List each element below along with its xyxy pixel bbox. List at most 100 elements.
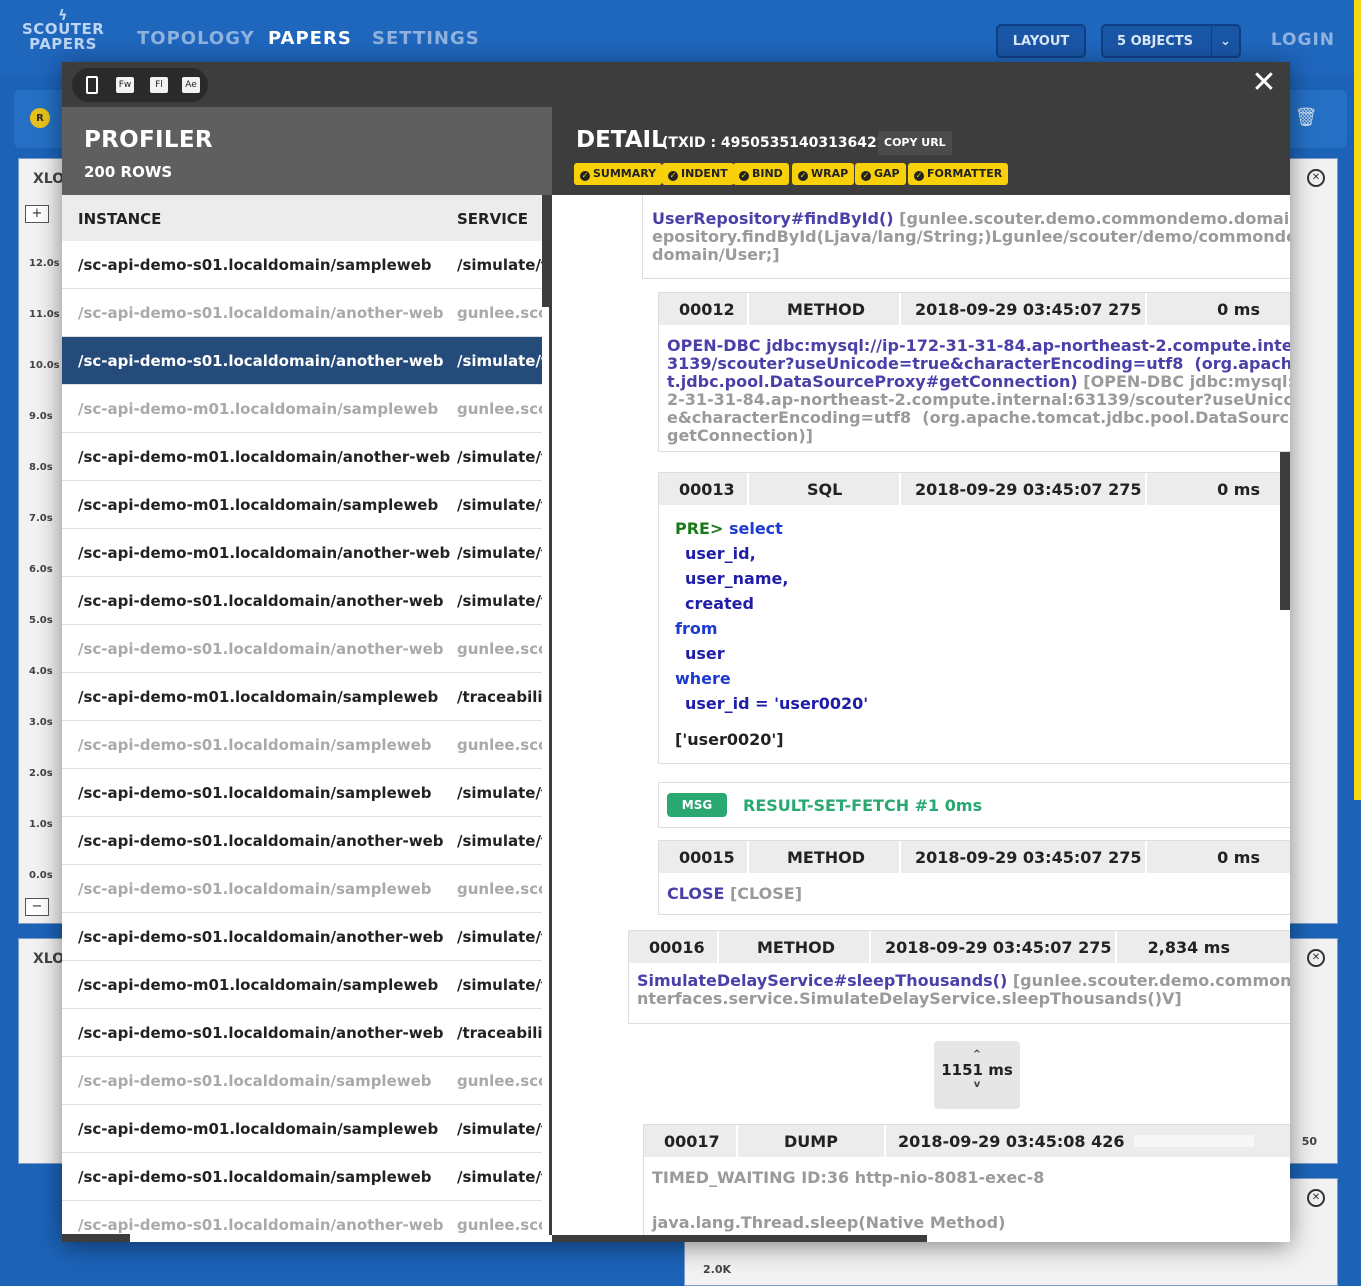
profiler-title: PROFILER xyxy=(84,127,213,153)
zoom-out-button[interactable]: − xyxy=(25,898,49,916)
nav-papers[interactable]: PAPERS xyxy=(268,28,352,49)
table-row[interactable]: /sc-api-demo-s01.localdomain/another-web… xyxy=(62,289,542,337)
sql-bind-values: ['user0020'] xyxy=(675,730,784,749)
msg-text: RESULT-SET-FETCH #1 0ms xyxy=(743,796,983,815)
step-block-repository: UserRepository#findById() [gunlee.scoute… xyxy=(642,195,1290,279)
toggle-bind[interactable]: ✓ BIND xyxy=(733,163,789,185)
toggle-indent[interactable]: ✓ INDENT xyxy=(662,163,734,185)
y-axis-label: 5.0s xyxy=(29,615,53,626)
detail-scrollbar[interactable] xyxy=(1280,452,1290,610)
step-time: 2018-09-29 03:45:07 275 xyxy=(915,480,1142,499)
table-row[interactable]: /sc-api-demo-s01.localdomain/another-web… xyxy=(62,817,542,865)
service-cell: /traceabilit xyxy=(457,688,542,706)
step-elapsed: 2,834 ms xyxy=(1147,938,1230,957)
table-row[interactable]: /sc-api-demo-m01.localdomain/sampleweb/s… xyxy=(62,481,542,529)
step-no: 00013 xyxy=(679,480,735,499)
close-icon[interactable]: ✕ xyxy=(1307,169,1325,187)
table-row[interactable]: /sc-api-demo-s01.localdomain/sampleweb gu… xyxy=(62,721,542,769)
toggle-gap[interactable]: ✓ GAP xyxy=(855,163,906,185)
service-cell: gunlee.scou xyxy=(457,640,542,658)
table-row[interactable]: /sc-api-demo-m01.localdomain/sampleweb/s… xyxy=(62,1105,542,1153)
table-row[interactable]: /sc-api-demo-m01.localdomain/sampleweb/t… xyxy=(62,673,542,721)
step-header: 00013 SQL 2018-09-29 03:45:07 275 0 ms xyxy=(659,473,1290,505)
copy-url-button[interactable]: COPY URL xyxy=(878,131,952,155)
zoom-in-button[interactable]: + xyxy=(25,205,49,223)
service-cell: /simulate/t xyxy=(457,544,542,562)
step-no: 00012 xyxy=(679,300,735,319)
table-row[interactable]: /sc-api-demo-s01.localdomain/sampleweb/s… xyxy=(62,769,542,817)
login-link[interactable]: LOGIN xyxy=(1271,30,1335,50)
layout-button[interactable]: LAYOUT xyxy=(996,24,1086,58)
table-row[interactable]: /sc-api-demo-m01.localdomain/sampleweb/s… xyxy=(62,961,542,1009)
step-text: e&characterEncoding=utf8 (org.apache.tom… xyxy=(667,409,1290,427)
step-time: 2018-09-29 03:45:07 275 xyxy=(915,848,1142,867)
toggle-summary[interactable]: ✓ SUMMARY xyxy=(574,163,663,185)
y-axis-label: 0.0s xyxy=(29,870,53,881)
step-no: 00016 xyxy=(649,938,705,957)
chevron-down-icon[interactable]: ⌄ xyxy=(1211,26,1239,56)
method-signature: [OPEN-DBC jdbc:mysql://i xyxy=(1077,372,1290,391)
ae-icon[interactable]: Ae xyxy=(182,77,200,93)
table-row[interactable]: /sc-api-demo-m01.localdomain/sampleweb gu… xyxy=(62,385,542,433)
detail-horizontal-scrollbar[interactable] xyxy=(552,1235,927,1242)
objects-button[interactable]: 5 OBJECTS ⌄ xyxy=(1101,24,1241,58)
table-row[interactable]: /sc-api-demo-s01.localdomain/another-web… xyxy=(62,913,542,961)
close-icon[interactable]: ✕ xyxy=(1307,1189,1325,1207)
profiler-list: INSTANCE SERVICE /sc-api-demo-s01.locald… xyxy=(62,195,552,1235)
scouter-logo[interactable]: ϟ SCOUTER PAPERS xyxy=(22,9,104,52)
table-row[interactable]: /sc-api-demo-s01.localdomain/another-web… xyxy=(62,625,542,673)
realtime-badge[interactable]: R xyxy=(30,108,50,128)
table-row[interactable]: /sc-api-demo-s01.localdomain/another-web… xyxy=(62,337,542,385)
table-row[interactable]: /sc-api-demo-s01.localdomain/another-web… xyxy=(62,1201,542,1235)
y-axis-label: 4.0s xyxy=(29,666,53,677)
table-row[interactable]: /sc-api-demo-s01.localdomain/sampleweb/s… xyxy=(62,241,542,289)
service-cell: /simulate/t xyxy=(457,928,542,946)
column-instance[interactable]: INSTANCE xyxy=(78,210,161,228)
table-row[interactable]: /sc-api-demo-s01.localdomain/sampleweb/s… xyxy=(62,1153,542,1201)
step-type: METHOD xyxy=(787,848,866,867)
toggle-formatter[interactable]: ✓ FORMATTER xyxy=(908,163,1009,185)
close-icon[interactable]: ✕ xyxy=(1307,949,1325,967)
table-row[interactable]: /sc-api-demo-m01.localdomain/another-web… xyxy=(62,433,542,481)
toggle-wrap[interactable]: ✓ WRAP xyxy=(792,163,855,185)
step-no: 00015 xyxy=(679,848,735,867)
instance-cell: /sc-api-demo-m01.localdomain/sampleweb xyxy=(78,1120,439,1138)
service-cell: /simulate/t xyxy=(457,496,542,514)
method-signature: [gunlee.scouter.demo.commondemo. xyxy=(1012,971,1290,990)
step-time: 2018-09-29 03:45:07 275 xyxy=(885,938,1112,957)
sql-keyword: select xyxy=(728,519,783,538)
table-row[interactable]: /sc-api-demo-s01.localdomain/sampleweb gu… xyxy=(62,865,542,913)
gap-indicator[interactable]: ^ 1151 ms v xyxy=(934,1041,1020,1109)
nav-settings[interactable]: SETTINGS xyxy=(372,28,480,49)
step-text: 2-31-31-84.ap-northeast-2.compute.intern… xyxy=(667,391,1290,409)
service-cell: /simulate/t xyxy=(457,976,542,994)
method-text: 3139/scouter?useUnicode=true&characterEn… xyxy=(667,354,1290,373)
step-block-00013: 00013 SQL 2018-09-29 03:45:07 275 0 ms P… xyxy=(658,472,1290,764)
step-elapsed: 0 ms xyxy=(1217,300,1260,319)
trash-icon[interactable]: 🗑 xyxy=(1294,104,1318,130)
service-cell: gunlee.scou xyxy=(457,400,542,418)
instance-cell: /sc-api-demo-s01.localdomain/another-web xyxy=(78,928,444,946)
phone-icon[interactable] xyxy=(86,76,98,94)
nav-topology[interactable]: TOPOLOGY xyxy=(137,28,255,49)
method-name: CLOSE xyxy=(667,884,725,903)
close-icon[interactable]: ✕ xyxy=(1250,68,1278,98)
list-scrollbar[interactable] xyxy=(542,195,549,307)
fw-icon[interactable]: Fw xyxy=(116,77,134,93)
detail-pane: UserRepository#findById() [gunlee.scoute… xyxy=(552,195,1290,1242)
axis-value: 2.0K xyxy=(703,1263,732,1276)
step-block-00016: 00016 METHOD 2018-09-29 03:45:07 275 2,8… xyxy=(628,930,1290,1024)
service-cell: /simulate/t xyxy=(457,832,542,850)
list-horizontal-scrollbar[interactable] xyxy=(62,1234,130,1242)
column-service[interactable]: SERVICE xyxy=(457,210,528,228)
table-row[interactable]: /sc-api-demo-s01.localdomain/sampleweb gu… xyxy=(62,1057,542,1105)
step-text: 3139/scouter?useUnicode=true&characterEn… xyxy=(667,355,1290,373)
service-cell: /simulate/t xyxy=(457,784,542,802)
table-row[interactable]: /sc-api-demo-s01.localdomain/another-web… xyxy=(62,1009,542,1057)
table-row[interactable]: /sc-api-demo-s01.localdomain/another-web… xyxy=(62,577,542,625)
instance-cell: /sc-api-demo-m01.localdomain/sampleweb xyxy=(78,688,439,706)
table-row[interactable]: /sc-api-demo-m01.localdomain/another-web… xyxy=(62,529,542,577)
fl-icon[interactable]: Fl xyxy=(150,77,168,93)
service-cell: gunlee.scou xyxy=(457,736,542,754)
step-type: METHOD xyxy=(787,300,866,319)
